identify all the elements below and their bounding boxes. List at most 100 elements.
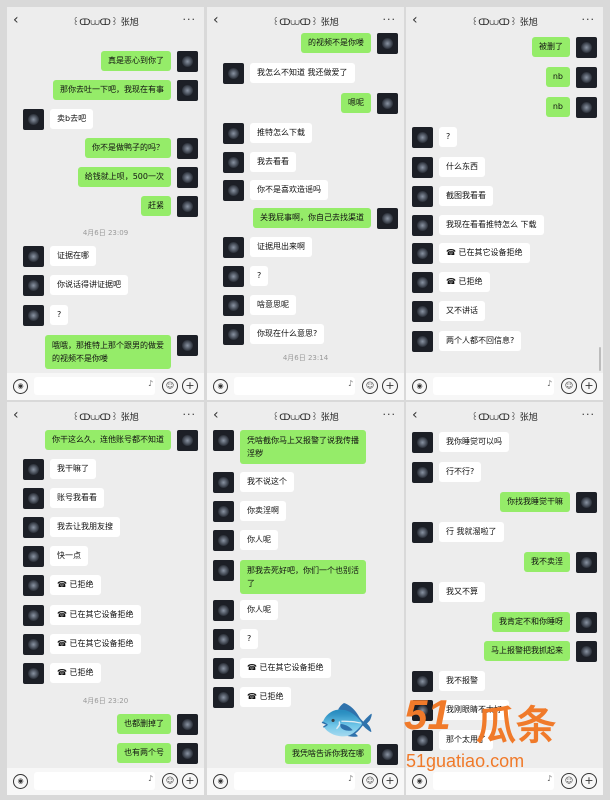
message-bubble[interactable]: 我又不算	[439, 582, 485, 602]
message-bubble[interactable]: 又不讲话	[439, 301, 485, 321]
mic-icon[interactable]: ♪	[348, 379, 353, 388]
avatar[interactable]	[23, 634, 44, 655]
message-bubble[interactable]: 那你去吐一下吧，我现在有事	[53, 80, 171, 100]
avatar[interactable]	[412, 127, 433, 148]
avatar[interactable]	[213, 629, 234, 650]
avatar[interactable]	[177, 743, 198, 764]
avatar[interactable]	[223, 266, 244, 287]
emoji-icon[interactable]: ☺	[162, 773, 178, 789]
message-bubble[interactable]: 卖b去吧	[50, 109, 94, 129]
avatar[interactable]	[576, 641, 597, 662]
message-bubble[interactable]: 你不是做鸭子的吗？	[85, 138, 171, 158]
avatar[interactable]	[412, 157, 433, 178]
avatar[interactable]	[576, 492, 597, 513]
message-bubble[interactable]: 行 我就溜啦了	[439, 522, 504, 542]
message-bubble[interactable]: 你找我睡觉干嘛	[500, 492, 570, 512]
avatar[interactable]	[412, 301, 433, 322]
voice-icon[interactable]: ◉	[13, 379, 28, 394]
message-bubble[interactable]: 我干嘛了	[50, 459, 96, 479]
avatar[interactable]	[23, 109, 44, 130]
message-input[interactable]	[34, 377, 155, 395]
call-record-bubble[interactable]: ☎ 已在其它设备拒绝	[50, 605, 141, 625]
avatar[interactable]	[576, 67, 597, 88]
emoji-icon[interactable]: ☺	[362, 378, 378, 394]
message-bubble[interactable]: 行不行?	[439, 462, 482, 482]
avatar[interactable]	[412, 522, 433, 543]
voice-icon[interactable]: ◉	[213, 774, 228, 789]
avatar[interactable]	[223, 152, 244, 173]
more-icon[interactable]: ···	[183, 408, 197, 421]
avatar[interactable]	[377, 93, 398, 114]
call-record-bubble[interactable]: ☎ 已在其它设备拒绝	[439, 243, 530, 263]
message-bubble[interactable]: 我现在看看推特怎么 下载	[439, 215, 544, 235]
message-bubble[interactable]: 你卖淫啊	[240, 501, 286, 521]
avatar[interactable]	[213, 560, 234, 581]
message-bubble[interactable]: 你人呢	[240, 600, 278, 620]
message-bubble[interactable]: 啥意思呢	[250, 295, 296, 315]
plus-icon[interactable]: +	[182, 773, 198, 789]
message-bubble[interactable]: 两个人都不回信息?	[439, 331, 522, 351]
avatar[interactable]	[412, 432, 433, 453]
message-bubble[interactable]: 你人呢	[240, 530, 278, 550]
avatar[interactable]	[23, 275, 44, 296]
avatar[interactable]	[576, 37, 597, 58]
message-bubble[interactable]: nb	[545, 67, 570, 87]
avatar[interactable]	[177, 196, 198, 217]
avatar[interactable]	[576, 97, 597, 118]
avatar[interactable]	[23, 575, 44, 596]
avatar[interactable]	[412, 331, 433, 352]
avatar[interactable]	[576, 552, 597, 573]
message-bubble[interactable]: 我去让我朋友搜	[50, 517, 120, 537]
avatar[interactable]	[23, 459, 44, 480]
message-bubble[interactable]: 我你睡觉可以吗	[439, 432, 509, 452]
mic-icon[interactable]: ♪	[148, 379, 153, 388]
message-bubble[interactable]: 你现在什么意思?	[250, 324, 325, 344]
message-bubble[interactable]: 被删了	[532, 37, 570, 57]
message-bubble[interactable]: 我去看看	[250, 152, 296, 172]
more-icon[interactable]: ···	[383, 408, 397, 421]
avatar[interactable]	[223, 180, 244, 201]
message-bubble[interactable]: 那我去死好吧，你们一个也别活了	[240, 560, 366, 594]
mic-icon[interactable]: ♪	[547, 379, 552, 388]
message-bubble[interactable]: 赶紧	[141, 196, 171, 216]
avatar[interactable]	[23, 605, 44, 626]
avatar[interactable]	[23, 488, 44, 509]
avatar[interactable]	[223, 324, 244, 345]
avatar[interactable]	[223, 123, 244, 144]
avatar[interactable]	[412, 582, 433, 603]
more-icon[interactable]: ···	[383, 13, 397, 26]
avatar[interactable]	[213, 472, 234, 493]
avatar[interactable]	[223, 237, 244, 258]
avatar[interactable]	[177, 51, 198, 72]
avatar[interactable]	[177, 167, 198, 188]
avatar[interactable]	[23, 517, 44, 538]
message-bubble[interactable]: ?	[250, 266, 269, 286]
message-bubble[interactable]: 也有两个号	[117, 743, 171, 763]
message-input[interactable]	[34, 772, 155, 790]
message-bubble[interactable]: ?	[439, 127, 458, 147]
message-bubble[interactable]: 你干这么久，连他账号都不知道	[45, 430, 171, 450]
message-bubble[interactable]: 嗯呢	[341, 93, 371, 113]
message-bubble[interactable]: 我不说这个	[240, 472, 294, 492]
more-icon[interactable]: ···	[582, 408, 596, 421]
message-bubble[interactable]: 也都删掉了	[117, 714, 171, 734]
avatar[interactable]	[23, 246, 44, 267]
message-bubble[interactable]: 你说话得讲证据吧	[50, 275, 128, 295]
avatar[interactable]	[223, 63, 244, 84]
message-input[interactable]	[234, 377, 355, 395]
avatar[interactable]	[213, 530, 234, 551]
message-bubble[interactable]: 推特怎么下载	[250, 123, 312, 143]
plus-icon[interactable]: +	[581, 378, 597, 394]
call-record-bubble[interactable]: ☎ 已拒绝	[50, 663, 101, 683]
emoji-icon[interactable]: ☺	[561, 378, 577, 394]
avatar[interactable]	[213, 430, 234, 451]
plus-icon[interactable]: +	[182, 378, 198, 394]
voice-icon[interactable]: ◉	[13, 774, 28, 789]
avatar[interactable]	[412, 462, 433, 483]
message-bubble[interactable]: 快一点	[50, 546, 88, 566]
mic-icon[interactable]: ♪	[148, 774, 153, 783]
message-bubble[interactable]: 我肯定不和你睡呀	[492, 612, 570, 632]
call-record-bubble[interactable]: ☎ 已拒绝	[439, 272, 490, 292]
message-bubble[interactable]: 截图我看看	[439, 186, 493, 206]
message-bubble[interactable]: 马上报警把我抓起来	[484, 641, 570, 661]
